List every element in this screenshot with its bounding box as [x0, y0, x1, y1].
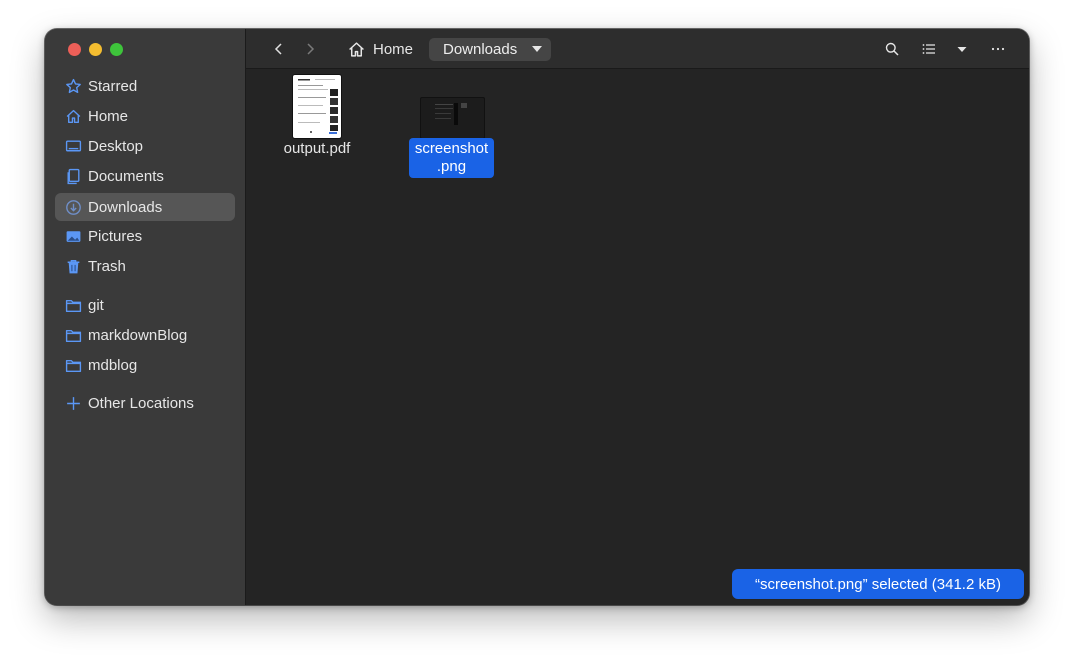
pictures-icon [64, 227, 82, 245]
breadcrumb-current-label: Downloads [443, 41, 518, 58]
file-name: output.pdf [283, 140, 351, 157]
folder-icon [64, 296, 82, 314]
sidebar-item-label: Pictures [88, 227, 143, 245]
selection-status: “screenshot.png” selected (341.2 kB) [732, 569, 1024, 599]
minimize-button[interactable] [89, 43, 102, 56]
home-icon [64, 107, 82, 125]
sidebar-item-label: markdownBlog [88, 326, 188, 344]
sidebar-item-pictures[interactable]: Pictures [55, 222, 235, 250]
main-content: Home Downloads output.pdf screenshot .pn… [246, 29, 1029, 605]
search-button[interactable] [881, 38, 903, 60]
view-options-button[interactable] [951, 38, 973, 60]
chevron-down-icon [532, 46, 542, 52]
documents-icon [64, 167, 82, 185]
chevron-right-icon [307, 43, 315, 55]
folder-icon [64, 326, 82, 344]
chevron-down-icon [957, 47, 967, 52]
back-button[interactable] [268, 38, 290, 60]
download-icon [64, 198, 82, 216]
breadcrumb-home[interactable]: Home [348, 37, 413, 61]
trash-icon [64, 257, 82, 275]
sidebar-item-label: Downloads [88, 198, 163, 216]
sidebar-item-label: git [88, 296, 104, 314]
sidebar-item-git[interactable]: git [55, 291, 235, 319]
search-icon [885, 42, 899, 56]
more-icon [991, 47, 1005, 51]
sidebar-item-markdownblog[interactable]: markdownBlog [55, 321, 235, 349]
window-controls [68, 43, 123, 56]
chevron-left-icon [274, 43, 282, 55]
desktop-icon [64, 137, 82, 155]
sidebar-item-home[interactable]: Home [55, 102, 235, 130]
sidebar-item-label: Starred [88, 77, 138, 95]
sidebar-item-documents[interactable]: Documents [55, 162, 235, 190]
sidebar-item-label: Home [88, 107, 129, 125]
sidebar-item-desktop[interactable]: Desktop [55, 132, 235, 160]
file-name-selected: screenshot .png [409, 138, 494, 178]
close-button[interactable] [68, 43, 81, 56]
pdf-thumbnail [293, 75, 341, 138]
breadcrumb-current[interactable]: Downloads [429, 38, 551, 61]
folder-icon [64, 356, 82, 374]
file-name-line2: .png [436, 158, 467, 175]
sidebar-item-label: Trash [88, 257, 126, 275]
sidebar-item-trash[interactable]: Trash [55, 252, 235, 280]
sidebar-item-other-locations[interactable]: Other Locations [55, 389, 235, 417]
sidebar: Starred Home Desktop Documents Downloads [45, 29, 246, 605]
plus-icon [64, 394, 82, 412]
list-view-button[interactable] [918, 38, 940, 60]
forward-button[interactable] [299, 38, 321, 60]
sidebar-item-mdblog[interactable]: mdblog [55, 351, 235, 379]
sidebar-item-starred[interactable]: Starred [55, 72, 235, 100]
list-icon [922, 44, 935, 54]
sidebar-item-label: mdblog [88, 356, 138, 374]
file-name-line1: screenshot [414, 140, 489, 157]
sidebar-item-downloads[interactable]: Downloads [55, 193, 235, 221]
maximize-button[interactable] [110, 43, 123, 56]
header-bar: Home Downloads [246, 29, 1029, 69]
png-thumbnail [420, 97, 485, 139]
sidebar-item-label: Desktop [88, 137, 144, 155]
sidebar-item-label: Other Locations [88, 394, 194, 412]
menu-button[interactable] [987, 38, 1009, 60]
sidebar-item-label: Documents [88, 167, 164, 185]
home-icon [349, 41, 364, 57]
file-manager-window: Starred Home Desktop Documents Downloads [45, 29, 1029, 605]
breadcrumb-home-label: Home [373, 40, 414, 58]
star-icon [64, 77, 82, 95]
